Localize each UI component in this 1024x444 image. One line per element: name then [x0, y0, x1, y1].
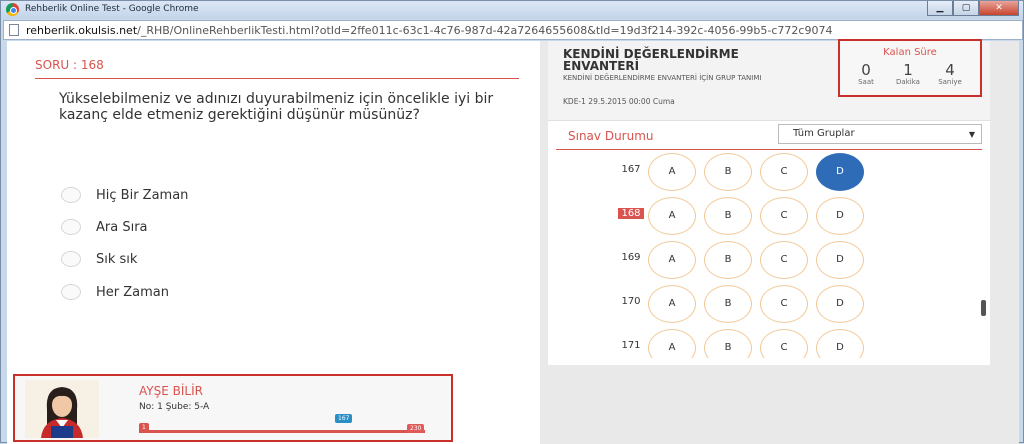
- scrollbar[interactable]: [979, 153, 989, 358]
- question-number: SORU : 168: [35, 58, 104, 72]
- chrome-logo-icon: [6, 3, 19, 16]
- answer-bubble[interactable]: A: [648, 197, 696, 235]
- answer-bubble[interactable]: A: [648, 153, 696, 191]
- answer-bubble[interactable]: D: [816, 197, 864, 235]
- answer-bubble[interactable]: A: [648, 329, 696, 358]
- question-row-number[interactable]: 167: [618, 164, 644, 175]
- answer-option-label: Sık sık: [96, 251, 138, 267]
- minimize-button[interactable]: ▁: [927, 1, 953, 16]
- question-divider: [35, 78, 519, 79]
- remaining-time-box: Kalan Süre 0 Saat 1 Dakika 4 Saniye: [838, 39, 982, 97]
- timer-value: 1: [903, 61, 913, 79]
- answer-option[interactable]: Sık sık: [61, 251, 137, 267]
- answer-bubble[interactable]: B: [704, 285, 752, 323]
- radio-button[interactable]: [61, 251, 81, 267]
- dropdown-arrow-icon: ▼: [968, 130, 975, 139]
- radio-button[interactable]: [61, 284, 81, 300]
- answer-bubble[interactable]: C: [760, 241, 808, 279]
- answer-bubble[interactable]: D: [816, 241, 864, 279]
- answer-bubble[interactable]: A: [648, 241, 696, 279]
- progress-total-badge: 230: [407, 424, 425, 433]
- window-controls: ▁ ▢ ✕: [927, 1, 1019, 16]
- address-bar[interactable]: rehberlik.okulsis.net/_RHB/OnlineRehberl…: [3, 20, 1023, 40]
- timer-seconds: 4 Saniye: [930, 62, 970, 86]
- exam-status-title: Sınav Durumu: [568, 129, 654, 143]
- progress-current-badge: 167: [335, 414, 353, 423]
- answer-option[interactable]: Ara Sıra: [61, 219, 148, 235]
- answer-bubble[interactable]: C: [760, 285, 808, 323]
- exam-status-panel: Sınav Durumu Tüm Gruplar ▼ 167 A B C D 168 A B C…: [548, 121, 990, 365]
- inventory-date: KDE-1 29.5.2015 00:00 Cuma: [563, 97, 675, 106]
- exam-side-panel: KENDİNİ DEĞERLENDİRME ENVANTERİ KENDİNİ …: [548, 39, 990, 444]
- window-title: Rehberlik Online Test - Google Chrome: [25, 4, 199, 14]
- inventory-info: KENDİNİ DEĞERLENDİRME ENVANTERİ KENDİNİ …: [548, 39, 990, 121]
- answer-bubble[interactable]: C: [760, 329, 808, 358]
- question-text: Yükselebilmeniz ve adınızı duyurabilmeni…: [59, 91, 494, 123]
- timer-label: Saniye: [938, 78, 962, 86]
- page-content: SORU : 168 Yükselebilmeniz ve adınızı du…: [7, 39, 1019, 444]
- answer-bubble[interactable]: D: [816, 285, 864, 323]
- question-row-number[interactable]: 170: [618, 296, 644, 307]
- answer-bubble[interactable]: B: [704, 241, 752, 279]
- status-divider: [556, 149, 982, 150]
- question-grid: 167 A B C D 168 A B C D 169 A B C D 170 A B C D 171 A B C D: [548, 153, 978, 358]
- group-select-value: Tüm Gruplar: [793, 128, 855, 139]
- student-profile: AYŞE BİLİR No: 1 Şube: 5-A 1 167 230: [13, 374, 453, 442]
- radio-button[interactable]: [61, 219, 81, 235]
- maximize-button[interactable]: ▢: [953, 1, 979, 16]
- answer-bubble[interactable]: C: [760, 197, 808, 235]
- scrollbar-thumb[interactable]: [981, 300, 986, 316]
- answer-bubble[interactable]: C: [760, 153, 808, 191]
- answer-bubble[interactable]: D: [816, 153, 864, 191]
- answer-bubble[interactable]: D: [816, 329, 864, 358]
- inventory-subtitle: KENDİNİ DEĞERLENDİRME ENVANTERİ İÇİN GRU…: [563, 74, 762, 82]
- answer-bubble[interactable]: B: [704, 197, 752, 235]
- question-row: 167 A B C D: [548, 153, 978, 195]
- timer-label: Dakika: [896, 78, 920, 86]
- question-row-number[interactable]: 169: [618, 252, 644, 263]
- answer-option[interactable]: Hiç Bir Zaman: [61, 187, 188, 203]
- question-row: 171 A B C D: [548, 327, 978, 358]
- url-text[interactable]: rehberlik.okulsis.net/_RHB/OnlineRehberl…: [26, 24, 1016, 37]
- answer-bubble[interactable]: A: [648, 285, 696, 323]
- timer-title: Kalan Süre: [883, 47, 937, 58]
- question-row-number[interactable]: 168: [618, 208, 644, 219]
- inventory-title: KENDİNİ DEĞERLENDİRME ENVANTERİ: [563, 47, 739, 73]
- progress-track: [139, 430, 425, 433]
- url-host: rehberlik.okulsis.net: [26, 24, 138, 37]
- question-row: 168 A B C D: [548, 195, 978, 239]
- student-name: AYŞE BİLİR: [139, 384, 203, 398]
- progress-start-badge: 1: [139, 423, 149, 432]
- question-row-number[interactable]: 171: [618, 340, 644, 351]
- question-row: 169 A B C D: [548, 239, 978, 283]
- answer-option-label: Hiç Bir Zaman: [96, 187, 189, 203]
- timer-value: 0: [861, 61, 871, 79]
- timer-value: 4: [945, 61, 955, 79]
- radio-button[interactable]: [61, 187, 81, 203]
- answer-bubble[interactable]: B: [704, 153, 752, 191]
- timer-minutes: 1 Dakika: [888, 62, 928, 86]
- timer-label: Saat: [858, 78, 874, 86]
- answer-option[interactable]: Her Zaman: [61, 284, 169, 300]
- browser-window: Rehberlik Online Test - Google Chrome ▁ …: [0, 0, 1024, 444]
- answer-bubble[interactable]: B: [704, 329, 752, 358]
- answer-option-label: Her Zaman: [96, 284, 169, 300]
- page-icon: [9, 24, 19, 36]
- title-bar: Rehberlik Online Test - Google Chrome ▁ …: [1, 1, 1023, 19]
- answer-option-label: Ara Sıra: [96, 219, 148, 235]
- question-row: 170 A B C D: [548, 283, 978, 327]
- url-path: /_RHB/OnlineRehberlikTesti.html?otId=2ff…: [137, 24, 833, 37]
- close-button[interactable]: ✕: [979, 1, 1019, 16]
- student-avatar: [25, 380, 99, 438]
- timer-hours: 0 Saat: [846, 62, 886, 86]
- group-select[interactable]: Tüm Gruplar ▼: [778, 124, 982, 144]
- student-info: No: 1 Şube: 5-A: [139, 402, 210, 412]
